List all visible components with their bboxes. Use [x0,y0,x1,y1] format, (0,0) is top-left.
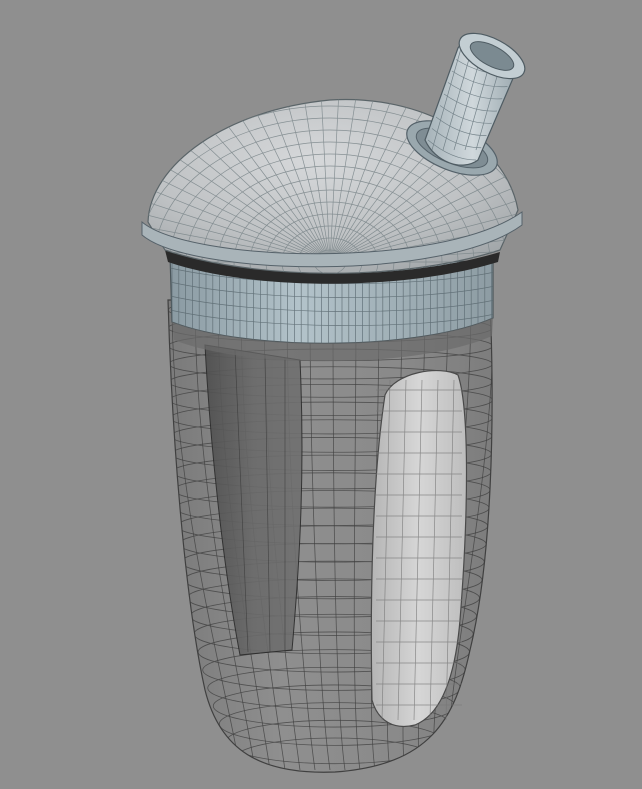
sippy-cup-model[interactable] [0,0,642,789]
3d-viewport[interactable] [0,0,642,789]
